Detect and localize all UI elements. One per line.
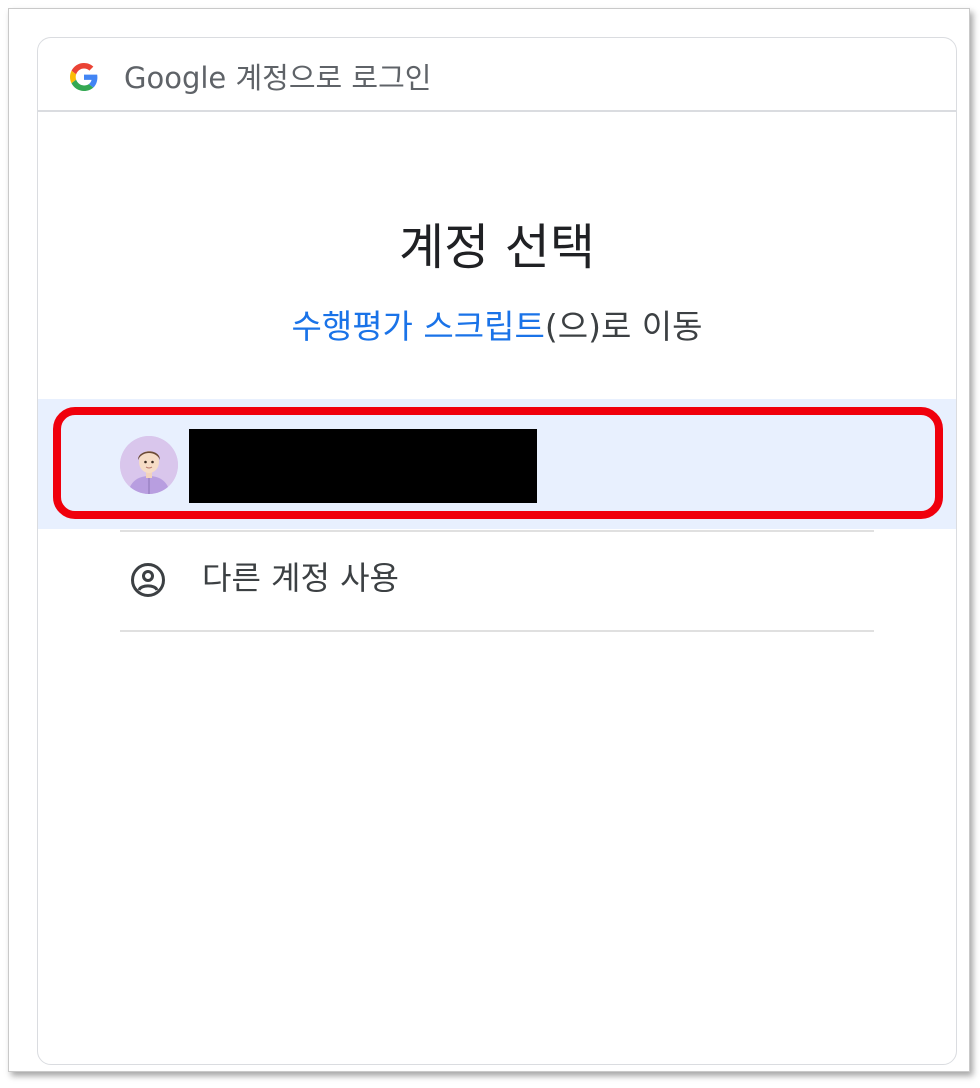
use-another-account-button[interactable]: 다른 계정 사용 xyxy=(120,532,874,630)
use-another-account-label: 다른 계정 사용 xyxy=(202,559,399,597)
header-bar: Google 계정으로 로그인 xyxy=(38,38,956,112)
page-subtitle: 수행평가 스크립트(으)로 이동 xyxy=(38,306,956,348)
page-title: 계정 선택 xyxy=(399,219,595,276)
subtitle-suffix: (으)로 이동 xyxy=(544,307,703,346)
header-title: Google 계정으로 로그인 xyxy=(124,61,432,95)
account-list-item[interactable] xyxy=(38,399,956,529)
person-circle-icon xyxy=(131,563,165,597)
sign-in-card: Google 계정으로 로그인 계정 선택 수행평가 스크립트(으)로 이동 다… xyxy=(37,37,957,1065)
screenshot-frame: Google 계정으로 로그인 계정 선택 수행평가 스크립트(으)로 이동 다… xyxy=(8,8,970,1072)
google-g-icon xyxy=(70,63,98,91)
avatar-icon xyxy=(120,436,178,494)
divider xyxy=(120,630,874,632)
account-email-redacted xyxy=(189,429,537,503)
app-name-link[interactable]: 수행평가 스크립트 xyxy=(291,307,544,346)
